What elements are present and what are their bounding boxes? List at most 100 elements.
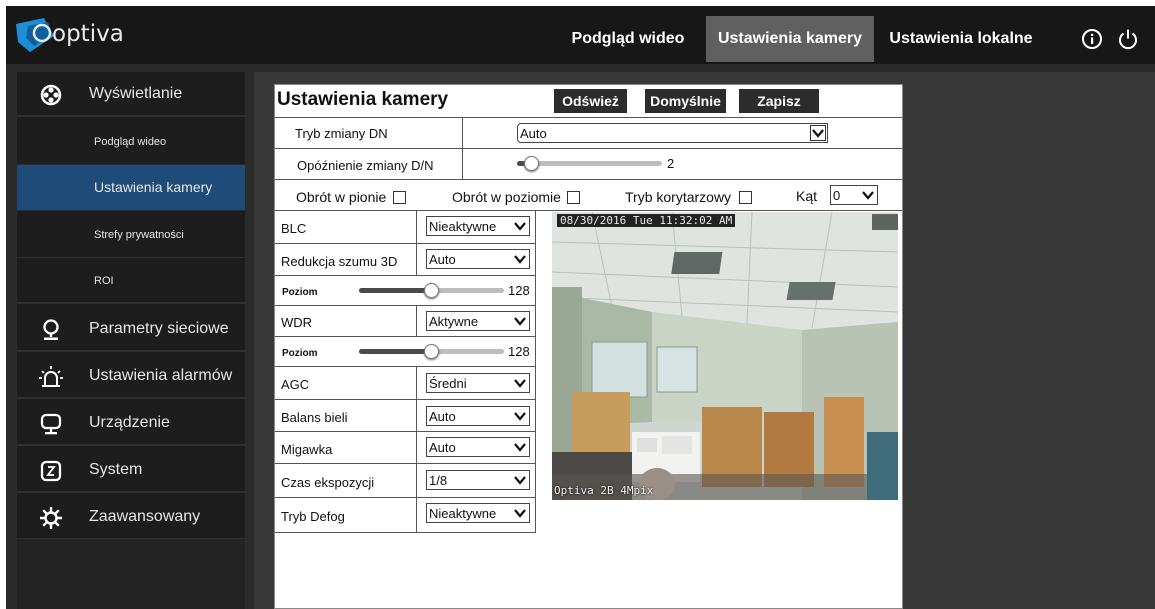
sidebar-sub-roi[interactable]: ROI — [17, 258, 245, 304]
sidebar-item-label: Urządzenie — [89, 414, 170, 431]
nr3d-select[interactable]: Auto — [426, 249, 530, 269]
dn-mode-dropdown[interactable]: Auto — [517, 123, 828, 143]
sidebar-item-alarms[interactable]: Ustawienia alarmów — [17, 354, 245, 399]
angle-select[interactable]: 0 — [830, 185, 878, 205]
alarm-icon — [39, 366, 63, 387]
blc-select[interactable]: Nieaktywne — [426, 216, 530, 236]
sidebar-item-network[interactable]: Parametry sieciowe — [17, 307, 245, 352]
video-timestamp: 08/30/2016 Tue 11:32:02 AM — [557, 214, 736, 227]
sidebar-sub-privacy-zones[interactable]: Strefy prywatności — [17, 212, 245, 258]
nav-video-preview[interactable]: Podgląd wideo — [554, 16, 702, 62]
agc-row: AGC Średni — [275, 366, 535, 399]
white-balance-label: Balans bieli — [281, 410, 348, 425]
nr-level-label: Poziom — [282, 287, 318, 298]
dn-delay-value: 2 — [667, 156, 675, 171]
wdr-select[interactable]: Aktywne — [426, 311, 530, 331]
shutter-select[interactable]: Auto — [426, 437, 530, 457]
wdr-level-label: Poziom — [282, 348, 318, 359]
sidebar-item-label: System — [89, 461, 143, 478]
sidebar-item-display[interactable]: Wyświetlanie — [17, 72, 245, 117]
sidebar-sub-label: Strefy prywatności — [94, 229, 184, 241]
sidebar-sub-video-preview[interactable]: Podgląd wideo — [17, 119, 245, 165]
dn-delay-label: Opóźnienie zmiany D/N — [297, 158, 434, 173]
exposure-row: Czas ekspozycji 1/8 — [275, 463, 535, 497]
defog-row: Tryb Defog Nieaktywne — [275, 497, 535, 532]
corridor-mode-checkbox[interactable] — [739, 191, 752, 204]
gear-icon — [40, 507, 62, 529]
divider — [462, 118, 463, 148]
nr-level-value: 128 — [508, 283, 530, 298]
exposure-select[interactable]: 1/8 — [426, 470, 530, 490]
system-icon — [40, 460, 62, 482]
white-balance-select[interactable]: Auto — [426, 406, 530, 426]
divider — [416, 432, 417, 463]
display-settings-icon — [40, 84, 62, 106]
wdr-level-row: Poziom 128 — [275, 336, 535, 366]
default-button[interactable]: Domyślnie — [645, 89, 726, 113]
sidebar-item-advanced[interactable]: Zaawansowany — [17, 495, 245, 540]
shutter-dropdown[interactable]: Auto — [426, 437, 530, 457]
exposure-dropdown[interactable]: 1/8 — [426, 470, 530, 490]
dn-mode-select[interactable]: Auto — [517, 123, 828, 143]
slider-thumb[interactable] — [424, 344, 439, 359]
app-window: optiva Podgląd wideo Ustawienia kamery U… — [6, 6, 1155, 609]
info-icon[interactable] — [1081, 28, 1103, 50]
slider-thumb[interactable] — [424, 283, 439, 298]
divider — [416, 244, 417, 275]
flip-vertical-label: Obrót w pionie — [296, 189, 387, 205]
nr-level-row: Poziom 128 — [275, 275, 535, 305]
exposure-label: Czas ekspozycji — [281, 475, 375, 490]
orientation-row: Obrót w pionie Obrót w poziomie Tryb kor… — [275, 179, 902, 211]
blc-label: BLC — [281, 221, 307, 236]
flip-vertical-checkbox[interactable] — [393, 191, 406, 204]
camera-scene — [552, 212, 898, 500]
wdr-dropdown[interactable]: Aktywne — [426, 311, 530, 331]
dn-delay-row: Opóźnienie zmiany D/N 2 — [275, 148, 902, 179]
sidebar-sub-camera-settings[interactable]: Ustawienia kamery — [17, 165, 245, 211]
image-settings-grid: BLC Nieaktywne Redukcja szumu 3D Auto Po… — [275, 211, 536, 533]
sidebar-item-system[interactable]: System — [17, 448, 245, 493]
shutter-row: Migawka Auto — [275, 431, 535, 463]
dn-delay-slider[interactable] — [517, 156, 662, 172]
defog-select[interactable]: Nieaktywne — [426, 503, 530, 523]
dn-mode-row: Tryb zmiany DN Auto — [275, 117, 902, 148]
dn-mode-label: Tryb zmiany DN — [295, 126, 388, 141]
power-icon[interactable] — [1117, 28, 1139, 50]
flip-horizontal-checkbox[interactable] — [567, 191, 580, 204]
page-title: Ustawienia kamery — [277, 89, 449, 110]
agc-label: AGC — [281, 377, 310, 392]
logo: optiva — [14, 16, 174, 56]
video-preview[interactable]: 08/30/2016 Tue 11:32:02 AM Optiva 2B 4Mp… — [552, 212, 898, 500]
angle-dropdown[interactable]: 0 — [830, 185, 878, 205]
defog-dropdown[interactable]: Nieaktywne — [426, 503, 530, 523]
divider — [416, 400, 417, 431]
refresh-button[interactable]: Odśwież — [554, 89, 627, 113]
nav-local-settings[interactable]: Ustawienia lokalne — [876, 16, 1046, 62]
divider — [462, 149, 463, 179]
wdr-level-value: 128 — [508, 344, 530, 359]
save-button[interactable]: Zapisz — [739, 89, 819, 113]
agc-select[interactable]: Średni — [426, 373, 530, 393]
wdr-level-slider[interactable] — [359, 344, 504, 360]
slider-fill — [359, 288, 432, 293]
slider-thumb[interactable] — [523, 156, 539, 171]
divider — [416, 211, 417, 243]
white-balance-dropdown[interactable]: Auto — [426, 406, 530, 426]
defog-label: Tryb Defog — [281, 509, 345, 524]
sidebar-sub-label: Ustawienia kamery — [94, 179, 213, 195]
sidebar-item-label: Wyświetlanie — [89, 85, 183, 102]
blc-dropdown[interactable]: Nieaktywne — [426, 216, 530, 236]
top-bar: optiva Podgląd wideo Ustawienia kamery U… — [6, 6, 1155, 64]
sidebar-item-device[interactable]: Urządzenie — [17, 401, 245, 446]
nr-level-slider[interactable] — [359, 283, 504, 299]
sidebar-item-label: Parametry sieciowe — [89, 320, 229, 337]
divider — [416, 498, 417, 532]
wdr-label: WDR — [281, 315, 313, 330]
nav-camera-settings[interactable]: Ustawienia kamery — [706, 16, 874, 62]
sidebar-sub-label: ROI — [94, 275, 114, 287]
agc-dropdown[interactable]: Średni — [426, 373, 530, 393]
blc-row: BLC Nieaktywne — [275, 211, 535, 243]
shutter-label: Migawka — [281, 442, 333, 457]
flip-horizontal-label: Obrót w poziomie — [452, 189, 561, 205]
nr3d-dropdown[interactable]: Auto — [426, 249, 530, 269]
